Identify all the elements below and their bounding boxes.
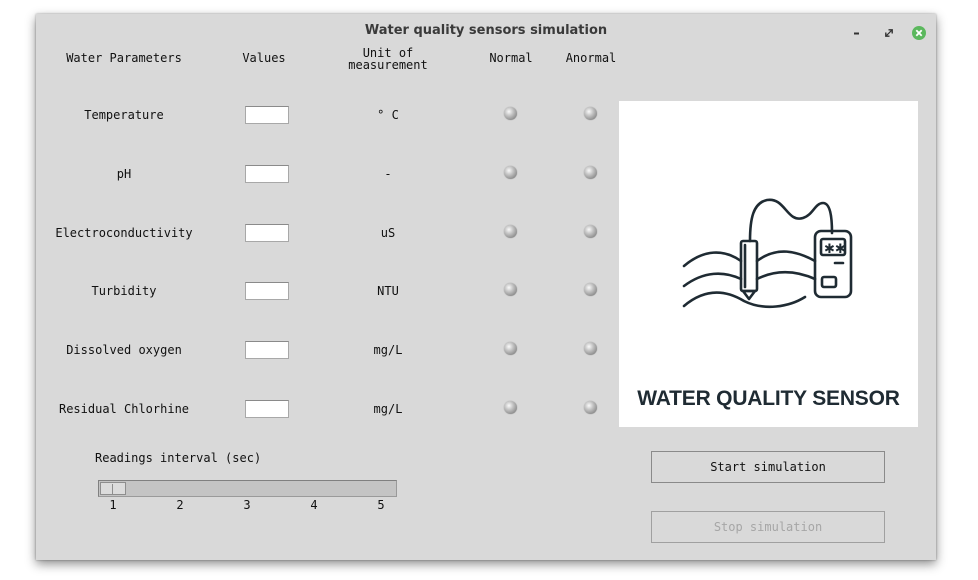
param-label-ph: pH: [116, 167, 132, 181]
unit-temperature: ° C: [377, 108, 399, 122]
abnormal-indicator-temperature: [584, 107, 597, 120]
window-title: Water quality sensors simulation: [364, 23, 608, 38]
header-unit-line2: measurement: [348, 58, 428, 72]
normal-indicator-turbidity: [504, 283, 517, 296]
residual-chlorine-value-input[interactable]: [245, 400, 289, 418]
slider-tick-5: 5: [377, 498, 385, 512]
abnormal-indicator-ph: [584, 166, 597, 179]
normal-indicator-ph: [504, 166, 517, 179]
header-abnormal: Anormal: [565, 51, 617, 65]
maximize-icon[interactable]: [881, 21, 897, 37]
normal-indicator-residual-chlorine: [504, 401, 517, 414]
ph-value-input[interactable]: [245, 165, 289, 183]
readings-interval-slider[interactable]: [98, 480, 397, 497]
normal-indicator-dissolved-oxygen: [504, 342, 517, 355]
unit-dissolved-oxygen: mg/L: [373, 343, 403, 357]
header-unit: Unit of measurement: [328, 47, 448, 71]
sensor-caption: WATER QUALITY SENSOR: [637, 387, 900, 410]
electroconductivity-value-input[interactable]: [245, 224, 289, 242]
slider-tick-4: 4: [310, 498, 318, 512]
slider-tick-1: 1: [109, 498, 117, 512]
abnormal-indicator-electroconductivity: [584, 225, 597, 238]
slider-tick-3: 3: [243, 498, 251, 512]
svg-text:✱✱: ✱✱: [824, 242, 846, 257]
close-icon[interactable]: [911, 21, 927, 40]
unit-electroconductivity: uS: [380, 226, 396, 240]
dissolved-oxygen-value-input[interactable]: [245, 341, 289, 359]
minimize-icon[interactable]: [850, 21, 866, 37]
unit-ph: -: [384, 167, 392, 181]
readings-interval-label: Readings interval (sec): [95, 451, 262, 465]
turbidity-value-input[interactable]: [245, 282, 289, 300]
abnormal-indicator-dissolved-oxygen: [584, 342, 597, 355]
param-label-residual-chlorine: Residual Chlorhine: [58, 402, 190, 416]
param-label-turbidity: Turbidity: [91, 284, 157, 298]
normal-indicator-electroconductivity: [504, 225, 517, 238]
abnormal-indicator-turbidity: [584, 283, 597, 296]
param-label-temperature: Temperature: [84, 108, 164, 122]
param-label-dissolved-oxygen: Dissolved oxygen: [66, 343, 182, 357]
unit-residual-chlorine: mg/L: [373, 402, 403, 416]
stop-simulation-button[interactable]: Stop simulation: [651, 511, 885, 543]
unit-turbidity: NTU: [377, 284, 399, 298]
sensor-image: ✱✱ WATER QUALITY SENSOR: [619, 101, 918, 427]
start-simulation-button[interactable]: Start simulation: [651, 451, 885, 483]
slider-handle[interactable]: [100, 482, 126, 495]
title-bar[interactable]: Water quality sensors simulation: [36, 14, 936, 44]
header-water-parameters: Water Parameters: [66, 51, 182, 65]
temperature-value-input[interactable]: [245, 106, 289, 124]
param-label-electroconductivity: Electroconductivity: [55, 226, 193, 240]
normal-indicator-temperature: [504, 107, 517, 120]
header-values: Values: [242, 51, 286, 65]
water-quality-sensor-icon: ✱✱: [682, 198, 853, 309]
slider-tick-2: 2: [176, 498, 184, 512]
abnormal-indicator-residual-chlorine: [584, 401, 597, 414]
header-normal: Normal: [489, 51, 533, 65]
app-window: Water quality sensors simulation Water P…: [36, 14, 936, 560]
